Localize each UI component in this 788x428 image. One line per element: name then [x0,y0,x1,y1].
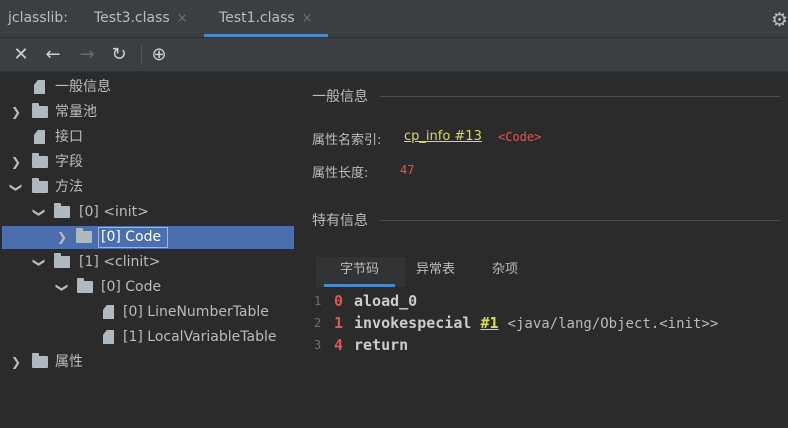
details-panel: 一般信息 属性名索引: cp_info #13 <Code> 属性长度: 47 … [296,72,788,428]
close-icon[interactable]: × [177,11,188,26]
tree-item-fields[interactable]: ❯ 字段 [0,151,296,174]
tab-label: Test3.class [94,10,170,26]
file-icon [34,130,45,144]
tab-test3-class[interactable]: Test3.class × [94,0,188,37]
section-divider [380,220,780,221]
tab-exception-table[interactable]: 异常表 [416,257,455,287]
chevron-down-icon[interactable]: ❯ [28,207,51,219]
tree-item-label: 方法 [55,179,83,195]
class-structure-tree: 一般信息 ❯ 常量池 接口 ❯ 字段 ❯ 方法 ❯ [0] <init> ❯ [… [0,75,296,428]
opcode: invokespecial [354,314,472,332]
bytecode-offset: 4 [334,336,344,354]
opcode: return [354,336,409,354]
chevron-down-icon[interactable]: ❯ [51,282,74,294]
toolbar: ✕ ← → ↻ ⊕ [0,38,788,72]
tree-item-init-code[interactable]: ❯ [0] Code [2,226,294,249]
chevron-down-icon[interactable]: ❯ [28,257,51,269]
general-info-title: 一般信息 [312,89,368,105]
folder-icon [32,178,48,193]
chevron-down-icon[interactable]: ❯ [5,182,28,194]
tree-item-label: [0] Code [101,229,162,245]
folder-icon [77,278,93,293]
folder-icon [76,228,92,243]
close-icon[interactable]: × [302,11,313,26]
chevron-right-icon[interactable]: ❯ [10,101,22,124]
folder-icon [54,253,70,268]
bytecode-comment: <java/lang/Object.<init>> [507,316,719,332]
tree-item-label: [1] <clinit> [79,254,161,270]
file-icon [103,305,114,319]
folder-icon [32,153,48,168]
editor-tab-bar: jclasslib: Test3.class × Test1.class × ⚙ [0,0,788,38]
folder-icon [54,203,70,218]
tree-item-label: [0] Code [101,279,162,295]
specific-info-title: 特有信息 [312,213,368,229]
line-number: 1 [314,294,322,308]
gear-icon[interactable]: ⚙ [771,9,788,31]
bytecode-instruction: aload_0 [354,290,417,312]
tree-item-label: 常量池 [55,104,97,120]
chevron-right-icon[interactable]: ❯ [56,226,68,249]
tree-item-interfaces[interactable]: 接口 [0,126,296,149]
tree-item-clinit-code[interactable]: ❯ [0] Code [0,276,296,299]
web-icon[interactable]: ⊕ [148,44,170,66]
tree-item-constant-pool[interactable]: ❯ 常量池 [0,101,296,124]
tab-test1-class[interactable]: Test1.class × [204,0,328,37]
refresh-icon[interactable]: ↻ [108,44,130,66]
folder-icon [32,353,48,368]
chevron-right-icon[interactable]: ❯ [10,351,22,374]
forward-arrow-icon[interactable]: → [76,44,98,66]
tree-item-label: 接口 [55,129,83,145]
tree-item-attributes[interactable]: ❯ 属性 [0,351,296,374]
tab-bytecode[interactable]: 字节码 [324,257,396,287]
section-divider [380,96,780,97]
line-number: 3 [314,338,322,352]
opcode: aload_0 [354,292,418,310]
tree-item-method-clinit[interactable]: ❯ [1] <clinit> [0,251,296,274]
length-value: 47 [400,163,415,177]
tree-item-methods[interactable]: ❯ 方法 [0,176,296,199]
tree-item-label: [0] LineNumberTable [123,304,269,320]
tree-item-label: 一般信息 [55,79,111,95]
name-index-value: <Code> [498,130,542,144]
back-arrow-icon[interactable]: ← [42,44,64,66]
name-index-link[interactable]: cp_info #13 [404,129,482,144]
bytecode-instruction: invokespecial #1 <java/lang/Object.<init… [354,312,718,335]
constant-pool-link[interactable]: #1 [480,314,498,332]
tab-label: Test1.class [219,10,295,26]
tree-item-label: [1] LocalVariableTable [123,329,277,345]
tree-item-local-variable-table[interactable]: [1] LocalVariableTable [0,326,296,349]
chevron-right-icon[interactable]: ❯ [10,151,22,174]
bytecode-instruction: return [354,334,408,356]
line-number: 2 [314,316,322,330]
file-icon [103,330,114,344]
folder-icon [32,103,48,118]
tree-item-label: [0] <init> [79,204,149,220]
close-icon[interactable]: ✕ [10,44,32,66]
tree-item-general-info[interactable]: 一般信息 [0,76,296,99]
bytecode-offset: 1 [334,314,344,332]
toolbar-separator [141,45,142,65]
file-icon [34,80,45,94]
tree-item-label: 字段 [55,154,83,170]
bytecode-offset: 0 [334,292,344,310]
app-name: jclasslib: [8,10,69,26]
tree-item-label: 属性 [55,354,83,370]
tree-item-method-init[interactable]: ❯ [0] <init> [0,201,296,224]
tree-item-line-number-table[interactable]: [0] LineNumberTable [0,301,296,324]
length-label: 属性长度: [312,166,369,181]
name-index-label: 属性名索引: [312,133,382,148]
tab-misc[interactable]: 杂项 [492,257,518,287]
